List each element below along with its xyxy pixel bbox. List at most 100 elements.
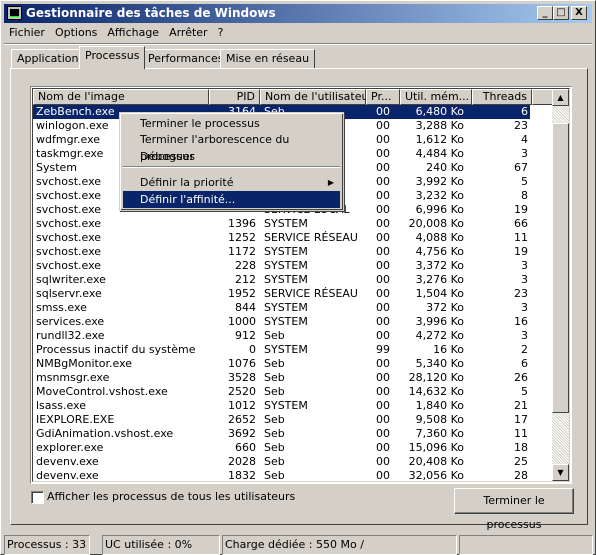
column-header-pid[interactable]: PID — [209, 89, 260, 105]
cell-pid: 1000 — [228, 315, 256, 328]
tab-mise-en-reseau[interactable]: Mise en réseau — [220, 49, 316, 69]
scrollbar-thumb[interactable] — [552, 123, 569, 413]
end-process-button[interactable]: Terminer le processus — [454, 488, 574, 531]
menu-help[interactable]: ? — [213, 24, 229, 42]
menu-item-set-priority[interactable]: Définir la priorité ▶ — [123, 174, 340, 191]
table-row[interactable]: NMBgMonitor.exe 1076 Seb 00 5,340 Ko 6 — [33, 357, 530, 371]
cell-threads: 11 — [514, 427, 528, 440]
cell-threads: 28 — [514, 469, 528, 482]
status-commit-charge: Charge dédiée : 550 Mo / — [222, 535, 457, 555]
cell-threads: 3 — [521, 329, 528, 342]
cell-user-name: Seb — [264, 371, 285, 384]
cell-image-name: svchost.exe — [36, 245, 102, 258]
menu-options[interactable]: Options — [50, 24, 102, 42]
table-row[interactable]: msnmsgr.exe 3528 Seb 00 28,120 Ko 26 — [33, 371, 530, 385]
cell-image-name: rundll32.exe — [36, 329, 105, 342]
cell-cpu: 00 — [376, 161, 390, 174]
cell-threads: 11 — [514, 231, 528, 244]
cell-memory: 20,008 Ko — [408, 217, 464, 230]
cell-cpu: 00 — [376, 147, 390, 160]
show-all-users-label[interactable]: Afficher les processus de tous les utili… — [47, 490, 295, 503]
table-row[interactable]: devenv.exe 2028 Seb 00 20,408 Ko 25 — [33, 455, 530, 469]
table-row[interactable]: svchost.exe 228 SYSTEM 00 3,372 Ko 3 — [33, 259, 530, 273]
table-row[interactable]: rundll32.exe 912 Seb 00 4,272 Ko 3 — [33, 329, 530, 343]
cell-user-name: SYSTEM — [264, 301, 308, 314]
column-header-threads[interactable]: Threads — [472, 89, 532, 105]
column-header-priority[interactable]: Pr... — [366, 89, 400, 105]
cell-cpu: 00 — [376, 133, 390, 146]
cell-user-name: SYSTEM — [264, 245, 308, 258]
table-row[interactable]: sqlwriter.exe 212 SYSTEM 00 3,276 Ko 3 — [33, 273, 530, 287]
table-row[interactable]: MoveControl.vshost.exe 2520 Seb 00 14,632 Ko… — [33, 385, 530, 399]
cell-cpu: 00 — [376, 105, 390, 118]
cell-pid: 844 — [235, 301, 256, 314]
cell-image-name: svchost.exe — [36, 231, 102, 244]
table-row[interactable]: explorer.exe 660 Seb 00 15,096 Ko 18 — [33, 441, 530, 455]
table-row[interactable]: svchost.exe 1252 SERVICE RÉSEAU 00 4,088 Ko 1… — [33, 231, 530, 245]
menu-item-label: Définir la priorité — [140, 176, 234, 189]
cell-memory: 9,508 Ko — [415, 413, 464, 426]
cell-threads: 67 — [514, 161, 528, 174]
cell-image-name: MoveControl.vshost.exe — [36, 385, 168, 398]
table-row[interactable]: GdiAnimation.vshost.exe 3692 Seb 00 7,360 Ko… — [33, 427, 530, 441]
close-button[interactable]: X — [571, 6, 587, 20]
cell-pid: 1172 — [228, 245, 256, 258]
vertical-scrollbar[interactable]: ▲ ▼ — [552, 89, 569, 481]
cell-memory: 28,120 Ko — [408, 371, 464, 384]
tab-performances[interactable]: Performances — [142, 49, 230, 69]
menu-item-set-affinity[interactable]: Définir l'affinité... — [123, 191, 340, 208]
menu-fichier[interactable]: Fichier — [4, 24, 50, 42]
menu-item-end-process[interactable]: Terminer le processus — [123, 115, 340, 132]
cell-threads: 23 — [514, 119, 528, 132]
cell-image-name: GdiAnimation.vshost.exe — [36, 427, 174, 440]
column-header-user[interactable]: Nom de l'utilisateur — [260, 89, 366, 105]
cell-cpu: 99 — [376, 343, 390, 356]
cell-memory: 7,360 Ko — [415, 427, 464, 440]
column-header-memory[interactable]: Util. mém... — [400, 89, 472, 105]
table-row[interactable]: IEXPLORE.EXE 2652 Seb 00 9,508 Ko 17 — [33, 413, 530, 427]
cell-cpu: 00 — [376, 287, 390, 300]
table-row[interactable]: Processus inactif du système 0 SYSTEM 99 16 … — [33, 343, 530, 357]
cell-pid: 212 — [235, 273, 256, 286]
table-row[interactable]: services.exe 1000 SYSTEM 00 3,996 Ko 16 — [33, 315, 530, 329]
tab-processus[interactable]: Processus — [79, 46, 146, 69]
cell-cpu: 00 — [376, 119, 390, 132]
menu-arreter[interactable]: Arrêter — [164, 24, 213, 42]
table-row[interactable]: smss.exe 844 SYSTEM 00 372 Ko 3 — [33, 301, 530, 315]
cell-image-name: smss.exe — [36, 301, 87, 314]
table-row[interactable]: lsass.exe 1012 SYSTEM 00 1,840 Ko 21 — [33, 399, 530, 413]
cell-cpu: 00 — [376, 231, 390, 244]
cell-cpu: 00 — [376, 469, 390, 482]
cell-memory: 3,232 Ko — [415, 189, 464, 202]
maximize-button[interactable]: □ — [553, 6, 569, 20]
table-row[interactable]: svchost.exe 1396 SYSTEM 00 20,008 Ko 66 — [33, 217, 530, 231]
show-all-users-checkbox[interactable] — [31, 491, 44, 504]
minimize-button[interactable]: _ — [537, 6, 553, 20]
cell-cpu: 00 — [376, 413, 390, 426]
table-row[interactable]: sqlservr.exe 1952 SERVICE RÉSEAU 00 1,504 Ko… — [33, 287, 530, 301]
cell-threads: 21 — [514, 399, 528, 412]
menu-item-debug[interactable]: Déboguer — [123, 148, 340, 165]
table-row[interactable]: svchost.exe 1172 SYSTEM 00 4,756 Ko 19 — [33, 245, 530, 259]
cell-image-name: Processus inactif du système — [36, 343, 196, 356]
cell-pid: 1076 — [228, 357, 256, 370]
cell-user-name: Seb — [264, 385, 285, 398]
menu-item-end-process-tree[interactable]: Terminer l'arborescence du processus — [123, 131, 340, 163]
cell-threads: 6 — [521, 105, 528, 118]
cell-memory: 4,088 Ko — [415, 231, 464, 244]
cell-memory: 16 Ko — [433, 343, 464, 356]
cell-image-name: lsass.exe — [36, 399, 86, 412]
cell-cpu: 00 — [376, 175, 390, 188]
column-header-image-name[interactable]: Nom de l'image — [33, 89, 209, 105]
cell-threads: 4 — [521, 133, 528, 146]
menu-affichage[interactable]: Affichage — [102, 24, 164, 42]
cell-memory: 6,996 Ko — [415, 203, 464, 216]
scroll-up-arrow-icon[interactable]: ▲ — [552, 89, 569, 106]
cell-image-name: msnmsgr.exe — [36, 371, 110, 384]
table-row[interactable]: devenv.exe 1832 Seb 00 32,056 Ko 28 — [33, 469, 530, 483]
cell-pid: 228 — [235, 259, 256, 272]
cell-memory: 6,480 Ko — [415, 105, 464, 118]
cell-image-name: svchost.exe — [36, 217, 102, 230]
scroll-down-arrow-icon[interactable]: ▼ — [552, 464, 569, 481]
cell-cpu: 00 — [376, 399, 390, 412]
